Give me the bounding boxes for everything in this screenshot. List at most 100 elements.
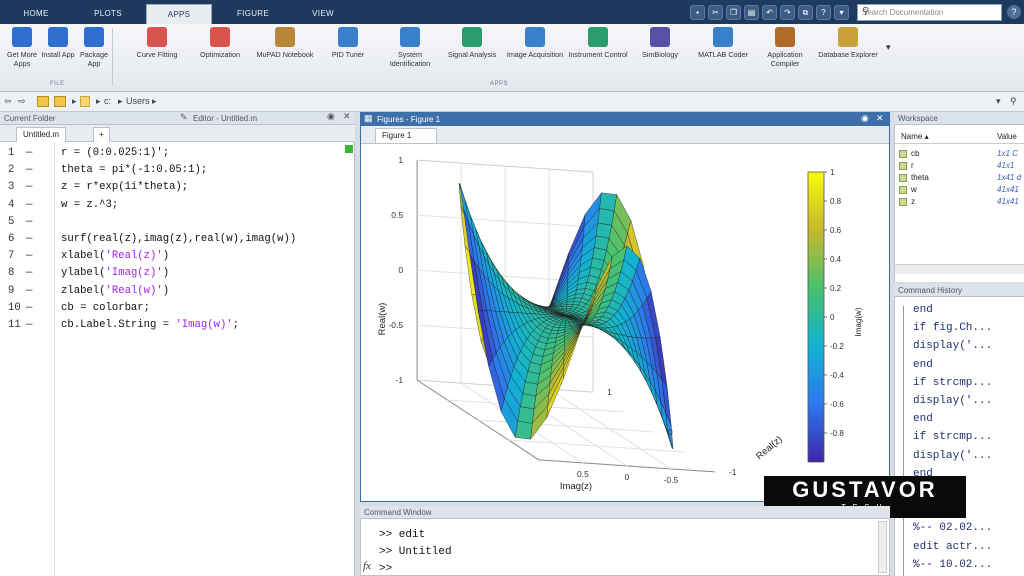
close-icon[interactable]: ✕ [343, 111, 351, 122]
save-icon[interactable]: ▪ [690, 5, 705, 20]
surface-plot[interactable]: 10.50-0.5-10.5 0 -0.510-1Imag(z)Real(z)Rea… [361, 144, 889, 501]
tab-figure[interactable]: FIGURE [218, 4, 288, 24]
workspace-row[interactable]: z 41x41 [895, 196, 1024, 208]
workspace-col-name[interactable]: Name ▴ [901, 132, 929, 141]
history-entry[interactable]: %-- 10.02... [913, 559, 992, 571]
code-line[interactable]: 7 — xlabel('Real(z)') [0, 248, 355, 265]
breakpoint-marker[interactable]: — [26, 283, 32, 300]
ribbon-button-database-explorer[interactable]: Database Explorer [818, 27, 878, 59]
breakpoint-marker[interactable]: — [26, 300, 32, 317]
figure-tab-1[interactable]: Figure 1 [375, 128, 437, 143]
code-line[interactable]: 11 — cb.Label.String = 'Imag(w)'; [0, 317, 355, 334]
history-entry[interactable]: end [913, 304, 933, 316]
code-line[interactable]: 4 — w = z.^3; [0, 197, 355, 214]
workspace-horizontal-scrollbar[interactable] [895, 264, 1024, 274]
code-line[interactable]: 1 — r = (0:0.025:1)'; [0, 145, 355, 162]
command-window-scrollbar[interactable] [878, 521, 887, 573]
close-icon[interactable]: ✕ [876, 113, 884, 124]
search-folder-icon[interactable]: ⚲ [1010, 96, 1017, 107]
copy-icon[interactable]: ❐ [726, 5, 741, 20]
editor-tab-untitled[interactable]: Untitled.m [16, 127, 67, 142]
browse-folder-icon[interactable] [54, 96, 66, 107]
workspace-row[interactable]: cb 1x1 C [895, 148, 1024, 160]
breakpoint-marker[interactable]: — [26, 197, 32, 214]
ribbon-button-system-identification[interactable]: System Identification [380, 27, 440, 68]
up-folder-icon[interactable] [37, 96, 49, 107]
command-line[interactable]: >> Untitled [379, 546, 452, 558]
workspace-title[interactable]: Workspace [894, 112, 1024, 125]
history-entry[interactable]: display('... [913, 340, 992, 352]
tab-home[interactable]: HOME [8, 4, 64, 24]
command-window-title[interactable]: Command Window [360, 506, 890, 519]
ribbon-button-signal-analysis[interactable]: Signal Analysis [442, 27, 502, 59]
history-entry[interactable]: if strcmp... [913, 377, 992, 389]
help-small-icon[interactable]: ? [816, 5, 831, 20]
code-line[interactable]: 3 — z = r*exp(1i*theta); [0, 179, 355, 196]
history-entry[interactable]: end [913, 359, 933, 371]
command-history-title[interactable]: Command History [894, 284, 1024, 297]
ribbon-button-mupad[interactable]: MuPAD Notebook [255, 27, 315, 59]
undo-icon[interactable]: ↶ [762, 5, 777, 20]
new-tab-button[interactable]: + [93, 127, 110, 142]
panel-actions-icon[interactable]: ◉ [861, 113, 869, 124]
history-entry[interactable]: if fig.Ch... [913, 322, 992, 334]
breakpoint-marker[interactable]: — [26, 162, 32, 179]
breakpoint-marker[interactable]: — [26, 214, 32, 231]
panel-actions-icon[interactable]: ◉ [327, 111, 335, 122]
current-folder-title[interactable]: Current Folder [0, 112, 175, 125]
paste-icon[interactable]: ▤ [744, 5, 759, 20]
ribbon-button-package[interactable]: Package App [76, 27, 112, 68]
ribbon-button-instrument-control[interactable]: Instrument Control [568, 27, 628, 59]
breakpoint-marker[interactable]: — [26, 317, 32, 334]
path-segment-drive[interactable]: c: [104, 96, 111, 106]
workspace-row[interactable]: w 41x41 [895, 184, 1024, 196]
history-entry[interactable]: %-- 02.02... [913, 522, 992, 534]
ribbon-button-image-acquisition[interactable]: Image Acquisition [505, 27, 565, 59]
breakpoint-marker[interactable]: — [26, 231, 32, 248]
path-dropdown-icon[interactable]: ▾ [996, 96, 1001, 107]
function-browser-icon[interactable]: fx [363, 560, 371, 572]
command-line[interactable]: >> [379, 563, 392, 575]
redo-icon[interactable]: ↷ [780, 5, 795, 20]
code-line[interactable]: 2 — theta = pi*(-1:0.05:1); [0, 162, 355, 179]
breakpoint-marker[interactable]: — [26, 248, 32, 265]
code-line[interactable]: 5— [0, 214, 355, 231]
figures-window-title[interactable]: Figures - Figure 1 [361, 113, 889, 126]
code-line[interactable]: 9 — zlabel('Real(w)') [0, 283, 355, 300]
switch-windows-icon[interactable]: ⧉ [798, 5, 813, 20]
command-line[interactable]: >> edit [379, 529, 425, 541]
ribbon-button-application-compiler[interactable]: Application Compiler [755, 27, 815, 68]
tab-view[interactable]: VIEW [294, 4, 352, 24]
code-line[interactable]: 10 — cb = colorbar; [0, 300, 355, 317]
history-entry[interactable]: end [913, 413, 933, 425]
ribbon-expand-icon[interactable]: ▾ [886, 42, 891, 53]
colorbar[interactable] [807, 171, 825, 463]
code-line[interactable]: 8 — ylabel('Imag(z)') [0, 265, 355, 282]
ribbon-button-optimization[interactable]: Optimization [190, 27, 250, 59]
tab-plots[interactable]: PLOTS [72, 4, 144, 24]
workspace-row[interactable]: r 41x1 [895, 160, 1024, 172]
code-line[interactable]: 6 — surf(real(z),imag(z),real(w),imag(w)) [0, 231, 355, 248]
breakpoint-marker[interactable]: — [26, 145, 32, 162]
ribbon-button-pid-tuner[interactable]: PID Tuner [318, 27, 378, 59]
ribbon-button-curve-fitting[interactable]: Curve Fitting [127, 27, 187, 59]
breakpoint-marker[interactable]: — [26, 179, 32, 196]
history-entry[interactable]: display('... [913, 450, 992, 462]
back-icon[interactable]: ⇦ [4, 96, 12, 107]
search-documentation-input[interactable]: Search Documentation ⚲ [857, 4, 1002, 21]
ribbon-button-download[interactable]: Get More Apps [4, 27, 40, 68]
history-entry[interactable]: if strcmp... [913, 431, 992, 443]
help-icon[interactable]: ? [1007, 5, 1021, 19]
history-entry[interactable]: display('... [913, 395, 992, 407]
ribbon-button-matlab-coder[interactable]: MATLAB Coder [693, 27, 753, 59]
workspace-col-value[interactable]: Value [997, 132, 1017, 141]
tab-apps[interactable]: APPS [146, 4, 212, 24]
cut-icon[interactable]: ✂ [708, 5, 723, 20]
path-segment-users[interactable]: Users [126, 96, 150, 106]
ribbon-button-install[interactable]: Install App [40, 27, 76, 59]
history-entry[interactable]: edit actr... [913, 541, 992, 553]
workspace-row[interactable]: theta 1x41 d [895, 172, 1024, 184]
ribbon-button-simbiology[interactable]: SimBiology [630, 27, 690, 59]
forward-icon[interactable]: ⇨ [18, 96, 26, 107]
breakpoint-marker[interactable]: — [26, 265, 32, 282]
